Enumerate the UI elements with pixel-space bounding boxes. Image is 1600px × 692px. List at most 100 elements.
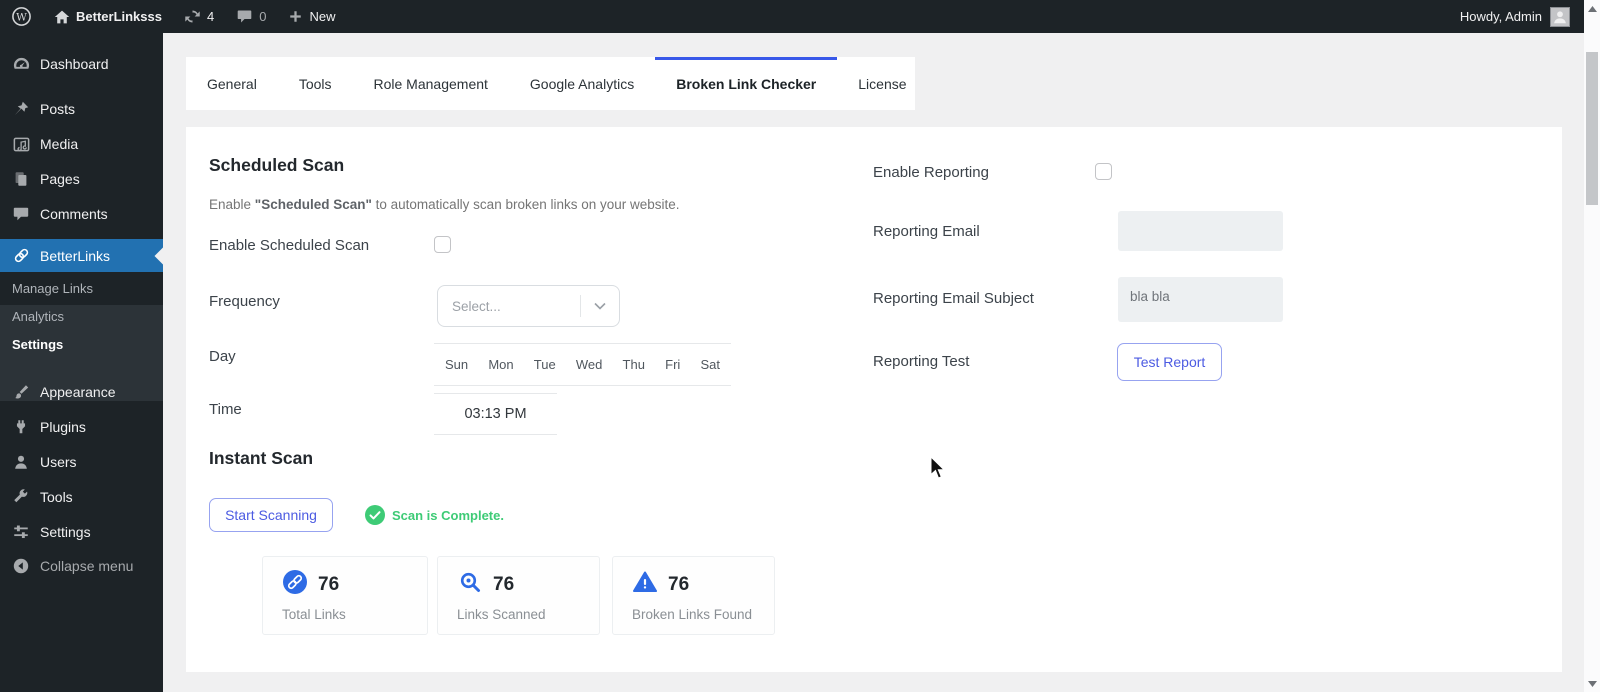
- start-scanning-button[interactable]: Start Scanning: [209, 498, 333, 532]
- day-fri[interactable]: Fri: [665, 357, 680, 372]
- frequency-select[interactable]: Select...: [437, 285, 620, 327]
- stat-card-total-links: 76 Total Links: [262, 556, 428, 635]
- sidebar-item-posts[interactable]: Posts: [0, 92, 163, 126]
- reporting-email-label: Reporting Email: [873, 223, 980, 240]
- scroll-up-icon[interactable]: [1584, 2, 1600, 16]
- day-wed[interactable]: Wed: [576, 357, 603, 372]
- collapse-icon: [11, 556, 31, 576]
- avatar[interactable]: [1550, 7, 1570, 27]
- sidebar-item-label: Users: [40, 454, 77, 470]
- admin-bar: W BetterLinksss 4 0: [0, 0, 1584, 33]
- updates-icon: [184, 8, 201, 25]
- home-icon: [54, 9, 70, 25]
- test-report-button[interactable]: Test Report: [1117, 343, 1222, 381]
- frequency-placeholder: Select...: [438, 299, 580, 314]
- sidebar-item-appearance[interactable]: Appearance: [0, 375, 163, 409]
- sidebar-item-users[interactable]: Users: [0, 445, 163, 479]
- settings-panel: Scheduled Scan Enable "Scheduled Scan" t…: [186, 127, 1562, 672]
- reporting-email-input[interactable]: [1118, 211, 1283, 251]
- pushpin-icon: [11, 99, 31, 119]
- scroll-down-icon[interactable]: [1584, 677, 1600, 691]
- scheduled-scan-title: Scheduled Scan: [209, 155, 344, 176]
- sidebar-item-label: Media: [40, 136, 78, 152]
- subitem-label: Settings: [12, 337, 63, 352]
- tab-broken-link-checker[interactable]: Broken Link Checker: [655, 57, 837, 110]
- sidebar-subitem-analytics[interactable]: Analytics: [0, 302, 163, 330]
- sidebar-item-label: Plugins: [40, 419, 86, 435]
- comments-menu[interactable]: 0: [225, 0, 277, 33]
- day-sun[interactable]: Sun: [445, 357, 468, 372]
- sidebar-item-tools[interactable]: Tools: [0, 480, 163, 514]
- sidebar-item-media[interactable]: Media: [0, 127, 163, 161]
- sidebar-subitem-settings[interactable]: Settings: [0, 330, 163, 358]
- active-menu-notch: [155, 247, 172, 264]
- sidebar-item-comments[interactable]: Comments: [0, 197, 163, 231]
- stat-label: Broken Links Found: [632, 607, 752, 622]
- sidebar-item-pages[interactable]: Pages: [0, 162, 163, 196]
- sidebar-item-label: Posts: [40, 101, 75, 117]
- sidebar-item-dashboard[interactable]: Dashboard: [0, 47, 163, 81]
- sidebar-item-betterlinks[interactable]: BetterLinks: [0, 239, 163, 272]
- wrench-icon: [11, 487, 31, 507]
- settings-tabs: General Tools Role Management Google Ana…: [186, 57, 915, 110]
- scheduled-scan-description: Enable "Scheduled Scan" to automatically…: [209, 197, 680, 212]
- stat-card-links-scanned: 76 Links Scanned: [437, 556, 600, 635]
- sidebar-item-label: BetterLinks: [40, 248, 110, 264]
- reporting-email-subject-label: Reporting Email Subject: [873, 290, 1034, 307]
- day-label: Day: [209, 348, 236, 365]
- enable-reporting-checkbox[interactable]: [1095, 163, 1112, 180]
- time-input[interactable]: 03:13 PM: [434, 393, 557, 435]
- success-check-icon: [365, 505, 385, 525]
- tab-license[interactable]: License: [837, 57, 927, 110]
- dashboard-icon: [11, 54, 31, 74]
- day-sat[interactable]: Sat: [700, 357, 720, 372]
- enable-scheduled-scan-checkbox[interactable]: [434, 236, 451, 253]
- scrollbar[interactable]: [1584, 0, 1600, 692]
- plus-icon: [288, 9, 303, 24]
- svg-text:W: W: [16, 11, 27, 23]
- scrollbar-thumb[interactable]: [1586, 52, 1598, 205]
- stat-card-broken-links: 76 Broken Links Found: [612, 556, 775, 635]
- day-picker: Sun Mon Tue Wed Thu Fri Sat: [434, 343, 731, 386]
- sidebar-subitem-manage-links[interactable]: Manage Links: [0, 274, 163, 302]
- new-label: New: [309, 9, 335, 24]
- sidebar-item-label: Appearance: [40, 384, 116, 400]
- scan-status-text: Scan is Complete.: [392, 508, 504, 523]
- subitem-label: Manage Links: [12, 281, 93, 296]
- pages-icon: [11, 169, 31, 189]
- paintbrush-icon: [11, 382, 31, 402]
- day-mon[interactable]: Mon: [488, 357, 513, 372]
- howdy-text[interactable]: Howdy, Admin: [1460, 9, 1542, 24]
- link-icon: [283, 570, 307, 599]
- day-tue[interactable]: Tue: [534, 357, 556, 372]
- tab-tools[interactable]: Tools: [278, 57, 353, 110]
- plug-icon: [11, 417, 31, 437]
- wordpress-logo-icon: W: [11, 6, 32, 27]
- tab-general[interactable]: General: [186, 57, 278, 110]
- sidebar-item-label: Settings: [40, 524, 91, 540]
- updates-count: 4: [207, 9, 214, 24]
- comment-icon: [236, 8, 253, 25]
- reporting-email-subject-input[interactable]: bla bla: [1118, 277, 1283, 322]
- wordpress-logo-menu[interactable]: W: [0, 0, 43, 33]
- sidebar-item-label: Collapse menu: [40, 558, 133, 574]
- enable-scheduled-scan-label: Enable Scheduled Scan: [209, 237, 369, 254]
- comments-icon: [11, 204, 31, 224]
- updates-menu[interactable]: 4: [173, 0, 225, 33]
- stat-value: 76: [318, 574, 339, 596]
- sidebar-item-label: Comments: [40, 206, 108, 222]
- site-menu[interactable]: BetterLinksss: [43, 0, 173, 33]
- site-name: BetterLinksss: [76, 9, 162, 24]
- reporting-test-label: Reporting Test: [873, 353, 969, 370]
- tab-google-analytics[interactable]: Google Analytics: [509, 57, 655, 110]
- sliders-icon: [11, 522, 31, 542]
- stat-value: 76: [493, 574, 514, 596]
- sidebar-item-label: Tools: [40, 489, 73, 505]
- sidebar-item-collapse-menu[interactable]: Collapse menu: [0, 549, 163, 583]
- day-thu[interactable]: Thu: [623, 357, 645, 372]
- sidebar-item-plugins[interactable]: Plugins: [0, 410, 163, 444]
- tab-role-management[interactable]: Role Management: [353, 57, 509, 110]
- stat-label: Total Links: [282, 607, 346, 622]
- new-content-menu[interactable]: New: [277, 0, 346, 33]
- sidebar-item-settings[interactable]: Settings: [0, 515, 163, 549]
